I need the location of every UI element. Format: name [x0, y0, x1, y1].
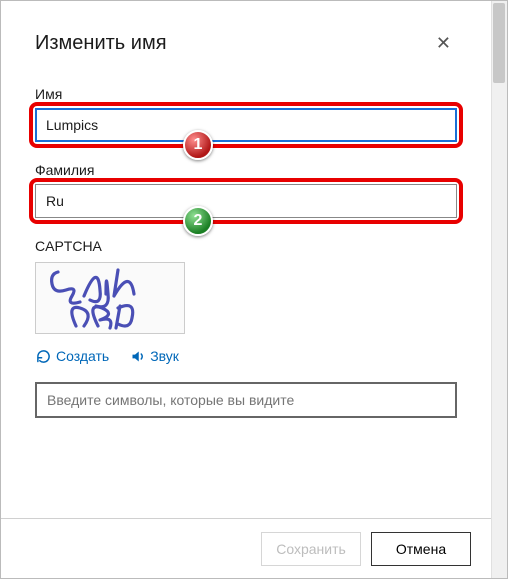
scrollbar-track[interactable]: [491, 1, 507, 578]
captcha-input[interactable]: [35, 382, 457, 418]
sound-icon: [129, 348, 145, 364]
refresh-icon: [35, 348, 51, 364]
close-icon[interactable]: ✕: [430, 29, 457, 58]
captcha-new-label: Создать: [56, 348, 109, 364]
save-button[interactable]: Сохранить: [261, 532, 361, 566]
scrollbar-thumb[interactable]: [493, 3, 505, 83]
captcha-new-link[interactable]: Создать: [35, 348, 109, 364]
captcha-audio-label: Звук: [150, 348, 179, 364]
dialog-title: Изменить имя: [35, 32, 167, 55]
first-name-input[interactable]: [35, 108, 457, 142]
last-name-input[interactable]: [35, 184, 457, 218]
dialog-footer: Сохранить Отмена: [1, 518, 491, 578]
cancel-button[interactable]: Отмена: [371, 532, 471, 566]
captcha-image: [35, 262, 185, 334]
first-name-label: Имя: [35, 86, 457, 102]
captcha-label: CAPTCHA: [35, 238, 457, 254]
captcha-audio-link[interactable]: Звук: [129, 348, 179, 364]
last-name-label: Фамилия: [35, 162, 457, 178]
